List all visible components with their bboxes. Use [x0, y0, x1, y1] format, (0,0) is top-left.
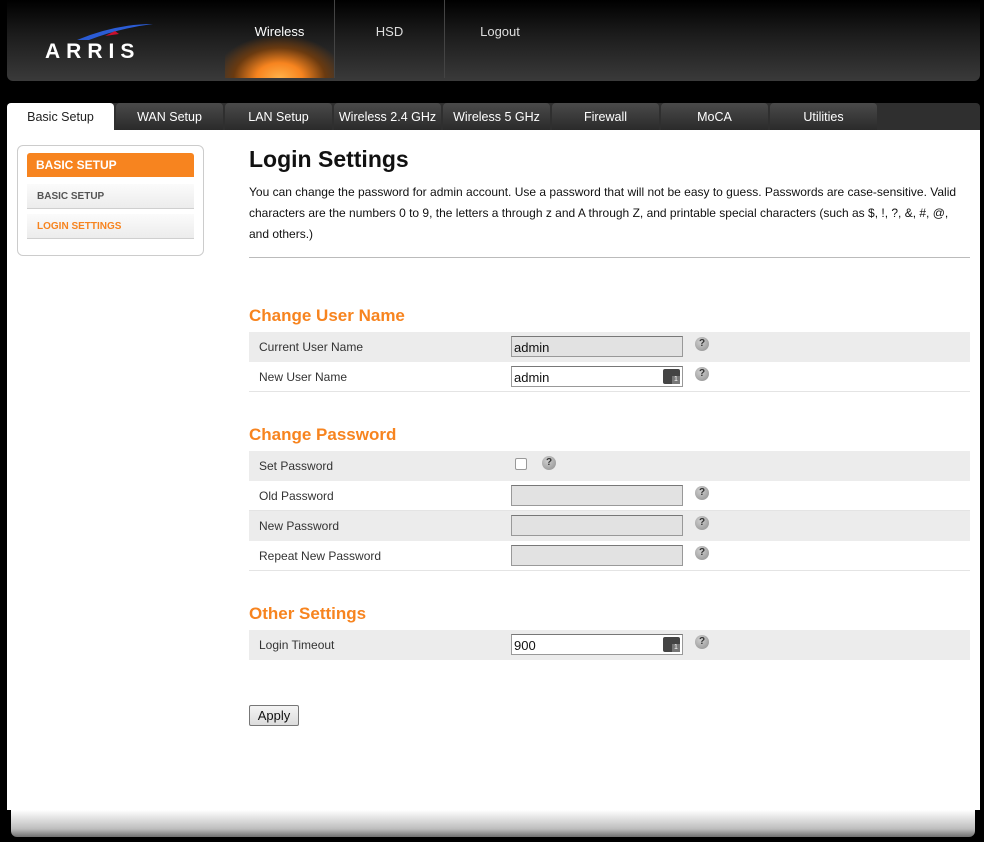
tab-firewall[interactable]: Firewall — [552, 103, 659, 130]
main-panel: BASIC SETUP BASIC SETUP LOGIN SETTINGS L… — [7, 130, 980, 810]
tab-wireless-5[interactable]: Wireless 5 GHz — [443, 103, 550, 130]
set-password-label: Set Password — [259, 459, 334, 473]
old-password-label: Old Password — [259, 489, 334, 503]
tab-basic-setup[interactable]: Basic Setup — [7, 103, 114, 130]
logo-text: ARRIS — [45, 40, 141, 63]
arris-logo: ARRIS — [45, 22, 165, 63]
password-manager-icon[interactable] — [663, 637, 680, 652]
new-user-label: New User Name — [259, 370, 348, 384]
apply-button[interactable]: Apply — [249, 705, 299, 726]
help-icon[interactable]: ? — [695, 367, 709, 381]
current-user-field: admin — [511, 336, 683, 357]
row-repeat-password: Repeat New Password ? — [249, 541, 970, 571]
row-set-password: Set Password ? — [249, 451, 970, 481]
footer-bar — [11, 810, 975, 837]
tab-utilities[interactable]: Utilities — [770, 103, 877, 130]
current-user-label: Current User Name — [259, 340, 364, 354]
login-timeout-value: 900 — [514, 638, 536, 653]
row-old-password: Old Password ? — [249, 481, 970, 511]
intro-text: You can change the password for admin ac… — [249, 185, 957, 241]
help-icon[interactable]: ? — [695, 337, 709, 351]
tab-bar: Basic Setup WAN Setup LAN Setup Wireless… — [7, 103, 980, 130]
section-title-user: Change User Name — [249, 306, 405, 325]
topnav-hsd[interactable]: HSD — [335, 0, 445, 78]
row-login-timeout: Login Timeout 900 ? — [249, 630, 970, 660]
tab-moca[interactable]: MoCA — [661, 103, 768, 130]
top-header: ARRIS Wireless HSD Logout — [7, 0, 980, 81]
help-icon[interactable]: ? — [695, 635, 709, 649]
logo-swoosh-icon — [77, 24, 153, 40]
topnav-logout[interactable]: Logout — [445, 0, 555, 78]
login-timeout-label: Login Timeout — [259, 638, 335, 652]
top-nav: Wireless HSD Logout — [225, 0, 555, 81]
tab-lan-setup[interactable]: LAN Setup — [225, 103, 332, 130]
sidebar-item-basic-setup[interactable]: BASIC SETUP — [27, 184, 194, 209]
row-current-user: Current User Name admin ? — [249, 332, 970, 362]
password-manager-icon[interactable] — [663, 369, 680, 384]
help-icon[interactable]: ? — [695, 546, 709, 560]
row-new-user: New User Name admin ? — [249, 362, 970, 392]
old-password-input[interactable] — [511, 485, 683, 506]
login-timeout-input[interactable]: 900 — [511, 634, 683, 655]
help-icon[interactable]: ? — [542, 456, 556, 470]
section-title-other: Other Settings — [249, 604, 367, 623]
sidebar: BASIC SETUP BASIC SETUP LOGIN SETTINGS — [17, 145, 204, 256]
divider — [249, 257, 970, 258]
help-icon[interactable]: ? — [695, 486, 709, 500]
new-password-label: New Password — [259, 519, 340, 533]
section-title-password: Change Password — [249, 425, 397, 444]
sidebar-item-login-settings[interactable]: LOGIN SETTINGS — [27, 214, 194, 239]
tab-wireless-24[interactable]: Wireless 2.4 GHz — [334, 103, 441, 130]
sidebar-header: BASIC SETUP — [27, 153, 194, 177]
tab-wan-setup[interactable]: WAN Setup — [116, 103, 223, 130]
repeat-password-label: Repeat New Password — [259, 549, 382, 563]
new-user-input[interactable]: admin — [511, 366, 683, 387]
row-new-password: New Password ? — [249, 511, 970, 541]
topnav-wireless[interactable]: Wireless — [225, 0, 335, 78]
new-password-input[interactable] — [511, 515, 683, 536]
page-title: Login Settings — [249, 146, 409, 172]
help-icon[interactable]: ? — [695, 516, 709, 530]
set-password-checkbox[interactable] — [515, 458, 527, 470]
repeat-password-input[interactable] — [511, 545, 683, 566]
new-user-value: admin — [514, 370, 550, 385]
